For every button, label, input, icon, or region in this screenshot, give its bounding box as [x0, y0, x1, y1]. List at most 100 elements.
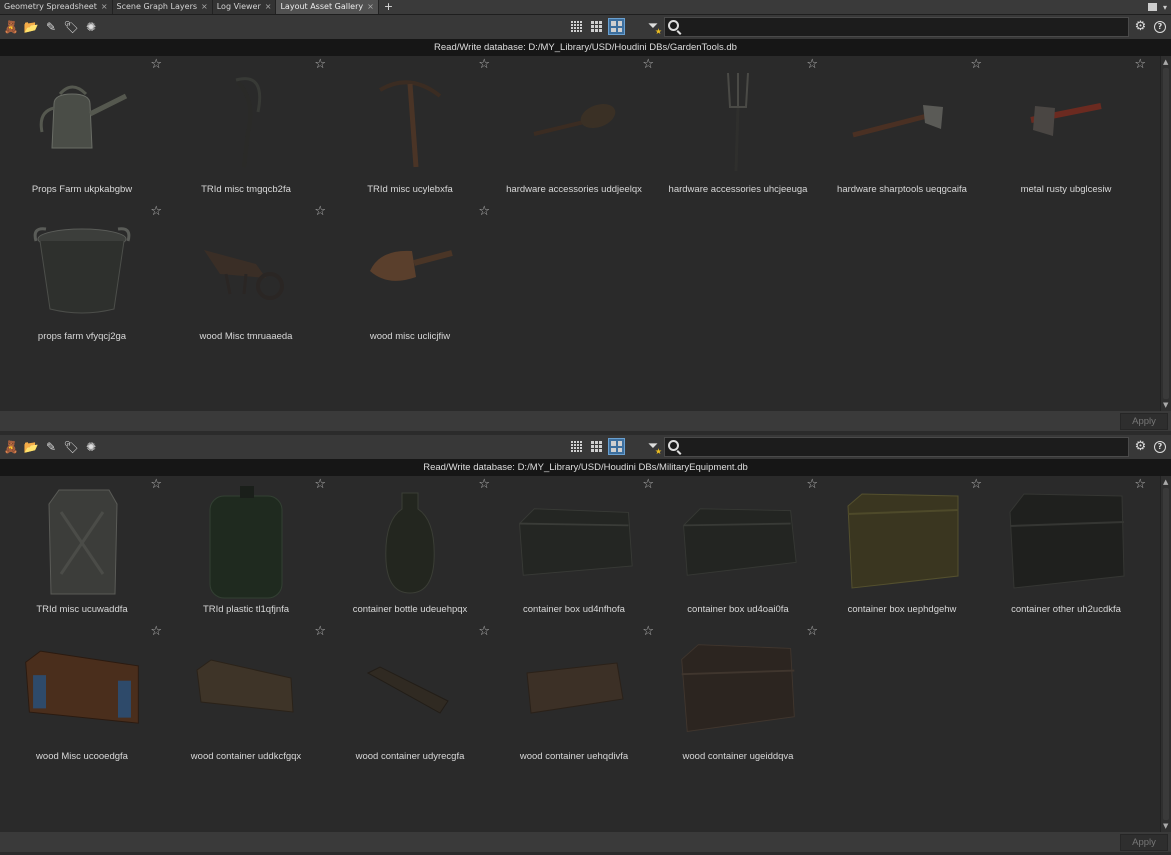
- asset-tile[interactable]: ☆ Props Farm ukpkabgbw: [0, 56, 164, 203]
- grid-large-icon[interactable]: [608, 438, 625, 455]
- tab-scene-graph-layers[interactable]: Scene Graph Layers ×: [112, 0, 213, 14]
- tab-geometry-spreadsheet[interactable]: Geometry Spreadsheet ×: [0, 0, 113, 14]
- star-icon[interactable]: ☆: [642, 625, 654, 638]
- asset-tile[interactable]: ☆ hardware accessories uhcjeeuga: [656, 56, 820, 203]
- close-icon[interactable]: ×: [367, 0, 374, 14]
- asset-thumbnail: [1006, 68, 1126, 176]
- star-icon[interactable]: ☆: [970, 58, 982, 71]
- star-icon[interactable]: ☆: [150, 478, 162, 491]
- asset-thumbnail: [514, 635, 634, 743]
- asset-tile[interactable]: ☆ metal rusty ubglcesiw: [984, 56, 1148, 203]
- grid-small-icon[interactable]: [568, 18, 585, 35]
- scroll-down-icon[interactable]: ▼: [1163, 822, 1168, 830]
- maximize-icon[interactable]: [1147, 3, 1157, 11]
- bear-icon[interactable]: 🧸: [3, 19, 19, 35]
- star-icon[interactable]: ☆: [150, 205, 162, 218]
- asset-tile[interactable]: ☆ TRId misc tmgqcb2fa: [164, 56, 328, 203]
- grid-large-icon[interactable]: [608, 18, 625, 35]
- asset-tile[interactable]: ☆ wood misc uclicjfiw: [328, 203, 492, 350]
- star-icon[interactable]: ☆: [642, 58, 654, 71]
- scroll-down-icon[interactable]: ▼: [1163, 401, 1168, 409]
- scroll-up-icon[interactable]: ▲: [1163, 478, 1168, 486]
- star-icon[interactable]: ☆: [478, 625, 490, 638]
- help-icon[interactable]: ?: [1154, 20, 1166, 33]
- vertical-scrollbar[interactable]: ▲ ▼: [1160, 56, 1171, 411]
- gallery-toolbar: 🧸 📂 ✎ 🏷 ✺ ⏷ ★ ⚙ ?: [0, 15, 1171, 39]
- asset-tile[interactable]: ☆ hardware sharptools ueqgcaifa: [820, 56, 984, 203]
- grid-medium-icon[interactable]: [588, 18, 605, 35]
- pencil-icon[interactable]: ✎: [43, 439, 59, 455]
- star-icon[interactable]: ☆: [314, 205, 326, 218]
- asset-tile[interactable]: ☆ container bottle udeuehpqx: [328, 476, 492, 623]
- asset-thumbnail: [350, 215, 470, 323]
- asset-tile[interactable]: ☆ props farm vfyqcj2ga: [0, 203, 164, 350]
- settings-icon[interactable]: ⚙: [1132, 18, 1149, 35]
- close-icon[interactable]: ×: [265, 0, 272, 14]
- filter-favorites-icon[interactable]: ⏷ ★: [644, 18, 662, 36]
- folder-open-icon[interactable]: 📂: [23, 19, 39, 35]
- star-icon[interactable]: ☆: [642, 478, 654, 491]
- asset-tile[interactable]: ☆ wood Misc ucooedgfa: [0, 623, 164, 770]
- asset-tile[interactable]: ☆ wood container ugeiddqva: [656, 623, 820, 770]
- star-icon[interactable]: ☆: [150, 58, 162, 71]
- star-icon[interactable]: ☆: [314, 478, 326, 491]
- close-icon[interactable]: ×: [201, 0, 208, 14]
- star-icon[interactable]: ☆: [970, 478, 982, 491]
- scroll-thumb[interactable]: [1163, 68, 1169, 399]
- tab-layout-asset-gallery[interactable]: Layout Asset Gallery ×: [276, 0, 379, 14]
- asset-tile[interactable]: ☆ TRId plastic tl1qfjnfa: [164, 476, 328, 623]
- asset-label: metal rusty ubglcesiw: [1020, 184, 1112, 195]
- vertical-scrollbar[interactable]: ▲ ▼: [1160, 476, 1171, 832]
- search-field[interactable]: [664, 437, 1129, 457]
- grid-small-icon[interactable]: [568, 438, 585, 455]
- gear-icon[interactable]: ✺: [83, 439, 99, 455]
- star-icon[interactable]: ☆: [806, 58, 818, 71]
- star-icon[interactable]: ☆: [478, 58, 490, 71]
- gallery-toolbar: 🧸 📂 ✎ 🏷 ✺ ⏷ ★ ⚙ ?: [0, 435, 1171, 459]
- asset-tile[interactable]: ☆ wood container udyrecgfa: [328, 623, 492, 770]
- search-input[interactable]: [683, 18, 1123, 36]
- filter-favorites-icon[interactable]: ⏷ ★: [644, 438, 662, 456]
- star-icon[interactable]: ☆: [314, 625, 326, 638]
- apply-button[interactable]: Apply: [1120, 834, 1168, 851]
- asset-thumbnail: [678, 68, 798, 176]
- star-icon[interactable]: ☆: [150, 625, 162, 638]
- star-icon[interactable]: ☆: [806, 625, 818, 638]
- close-icon[interactable]: ×: [101, 0, 108, 14]
- asset-tile[interactable]: ☆ wood container uddkcfgqx: [164, 623, 328, 770]
- asset-thumbnail: [22, 68, 142, 176]
- star-icon[interactable]: ☆: [1134, 478, 1146, 491]
- pencil-icon[interactable]: ✎: [43, 19, 59, 35]
- search-input[interactable]: [683, 438, 1123, 456]
- folder-open-icon[interactable]: 📂: [23, 439, 39, 455]
- asset-tile[interactable]: ☆ container other uh2ucdkfa: [984, 476, 1148, 623]
- star-icon[interactable]: ☆: [478, 205, 490, 218]
- star-icon[interactable]: ☆: [806, 478, 818, 491]
- asset-tile[interactable]: ☆ container box uephdgehw: [820, 476, 984, 623]
- add-tab-button[interactable]: +: [379, 0, 398, 14]
- star-icon[interactable]: ☆: [478, 478, 490, 491]
- bear-icon[interactable]: 🧸: [3, 439, 19, 455]
- search-field[interactable]: [664, 17, 1129, 37]
- gear-icon[interactable]: ✺: [83, 19, 99, 35]
- asset-tile[interactable]: ☆ TRId misc ucuwaddfa: [0, 476, 164, 623]
- tag-icon[interactable]: 🏷: [63, 19, 79, 35]
- asset-tile[interactable]: ☆ hardware accessories uddjeelqx: [492, 56, 656, 203]
- settings-icon[interactable]: ⚙: [1132, 438, 1149, 455]
- asset-label: container box ud4nfhofa: [523, 604, 625, 615]
- asset-tile[interactable]: ☆ container box ud4oai0fa: [656, 476, 820, 623]
- asset-tile[interactable]: ☆ TRId misc ucylebxfa: [328, 56, 492, 203]
- star-icon[interactable]: ☆: [1134, 58, 1146, 71]
- tab-log-viewer[interactable]: Log Viewer ×: [212, 0, 277, 14]
- chevron-down-icon[interactable]: ▾: [1163, 3, 1167, 12]
- help-icon[interactable]: ?: [1154, 440, 1166, 453]
- star-icon[interactable]: ☆: [314, 58, 326, 71]
- scroll-thumb[interactable]: [1163, 488, 1169, 820]
- scroll-up-icon[interactable]: ▲: [1163, 58, 1168, 66]
- grid-medium-icon[interactable]: [588, 438, 605, 455]
- asset-tile[interactable]: ☆ container box ud4nfhofa: [492, 476, 656, 623]
- asset-tile[interactable]: ☆ wood Misc tmruaaeda: [164, 203, 328, 350]
- asset-tile[interactable]: ☆ wood container uehqdivfa: [492, 623, 656, 770]
- apply-button[interactable]: Apply: [1120, 413, 1168, 430]
- tag-icon[interactable]: 🏷: [63, 439, 79, 455]
